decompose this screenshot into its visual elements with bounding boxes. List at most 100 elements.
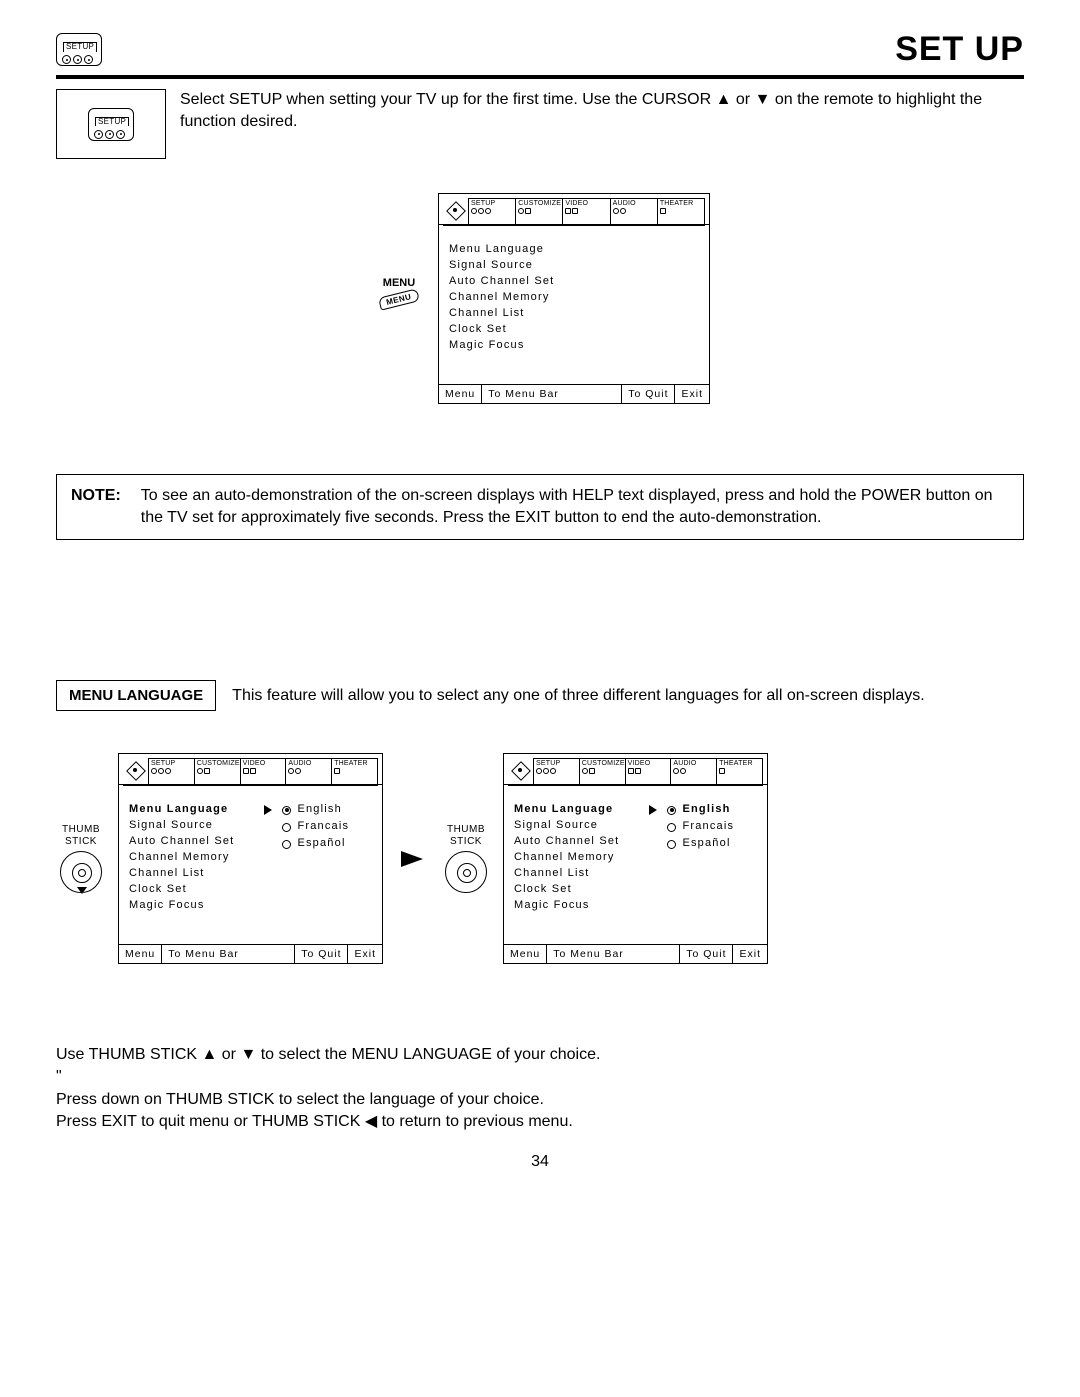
radio-icon (667, 840, 676, 849)
section-description: This feature will allow you to select an… (232, 687, 925, 705)
tab-customize[interactable]: CUSTOMIZE (515, 198, 563, 224)
footer-exit[interactable]: Exit (348, 945, 382, 963)
footer-menu[interactable]: Menu (439, 385, 482, 403)
tab-customize[interactable]: CUSTOMIZE (194, 758, 241, 784)
osd-tabbar: SETUP CUSTOMIZE VIDEO AUDIO THEATER (439, 194, 709, 225)
footer-to-menu-bar[interactable]: To Menu Bar (547, 945, 680, 963)
note-text: To see an auto-demonstration of the on-s… (141, 485, 1009, 530)
osd-right: SETUP CUSTOMIZE VIDEO AUDIO THEATER Menu… (503, 753, 768, 964)
radio-icon (667, 823, 676, 832)
osd-item[interactable]: Magic Focus (129, 898, 234, 914)
tab-audio[interactable]: AUDIO (670, 758, 717, 784)
note-box: NOTE: To see an auto-demonstration of th… (56, 474, 1024, 541)
thumb-stick-label-right: THUMB STICK (441, 824, 491, 893)
menu-side-label: MENU MENU (370, 277, 428, 306)
page-title: SET UP (895, 30, 1024, 69)
lang-option-espanol[interactable]: Español (264, 836, 349, 852)
setup-badge-large-label: SETUP (95, 117, 129, 127)
setup-badge: SETUP (56, 33, 102, 66)
osd-item[interactable]: Auto Channel Set (449, 274, 554, 290)
arrow-right-icon (264, 805, 272, 815)
osd-item-selected[interactable]: Menu Language (129, 802, 234, 818)
radio-icon (282, 840, 291, 849)
thumb-stick-label-left: THUMB STICK (56, 824, 106, 893)
instruction-line: Press down on THUMB STICK to select the … (56, 1089, 1024, 1111)
thumb-stick-icon (60, 851, 102, 893)
lang-option-francais[interactable]: Francais (649, 819, 734, 835)
osd-item[interactable]: Channel Memory (449, 290, 554, 306)
tab-theater[interactable]: THEATER (331, 758, 378, 784)
osd-item[interactable]: Signal Source (129, 818, 234, 834)
footer-to-menu-bar[interactable]: To Menu Bar (162, 945, 295, 963)
osd-left: SETUP CUSTOMIZE VIDEO AUDIO THEATER Menu… (118, 753, 383, 964)
arrow-right-icon (401, 851, 423, 867)
radio-icon (282, 823, 291, 832)
osd-item[interactable]: Channel Memory (129, 850, 234, 866)
tab-video[interactable]: VIDEO (240, 758, 287, 784)
tab-setup[interactable]: SETUP (533, 758, 580, 784)
osd-item[interactable]: Signal Source (449, 258, 554, 274)
lang-option-english[interactable]: English (264, 802, 349, 818)
thumb-stick-icon (445, 851, 487, 893)
tab-video[interactable]: VIDEO (562, 198, 610, 224)
osd-item[interactable]: Clock Set (129, 882, 234, 898)
arrow-right-icon (649, 805, 657, 815)
menu-label-text: MENU (370, 277, 428, 289)
main-osd-area: MENU MENU SETUP CUSTOMIZE VIDEO AUDIO TH… (56, 193, 1024, 404)
tab-theater[interactable]: THEATER (716, 758, 763, 784)
nav-diamond-icon (125, 760, 145, 780)
page-number: 34 (56, 1153, 1024, 1171)
section-heading-row: MENU LANGUAGE This feature will allow yo… (56, 680, 1024, 711)
intro-block: SETUP Select SETUP when setting your TV … (56, 89, 1024, 159)
tab-setup[interactable]: SETUP (468, 198, 516, 224)
note-label: NOTE: (71, 485, 121, 530)
nav-diamond-icon (510, 760, 530, 780)
instruction-line: Use THUMB STICK ▲ or ▼ to select the MEN… (56, 1044, 1024, 1066)
footer-to-quit[interactable]: To Quit (680, 945, 733, 963)
two-screens-row: THUMB STICK SETUP CUSTOMIZE VIDEO AUDIO … (56, 753, 1024, 964)
tab-theater[interactable]: THEATER (657, 198, 705, 224)
osd-item[interactable]: Auto Channel Set (514, 834, 619, 850)
osd-item[interactable]: Channel Memory (514, 850, 619, 866)
footer-exit[interactable]: Exit (733, 945, 767, 963)
footer-menu[interactable]: Menu (119, 945, 162, 963)
osd-footer: Menu To Menu Bar To Quit Exit (439, 384, 709, 403)
osd-body: Menu Language Signal Source Auto Channel… (439, 232, 709, 384)
intro-icon-box: SETUP (56, 89, 166, 159)
osd-item[interactable]: Channel List (129, 866, 234, 882)
tab-setup[interactable]: SETUP (148, 758, 195, 784)
osd-item[interactable]: Clock Set (449, 322, 554, 338)
instructions-block: Use THUMB STICK ▲ or ▼ to select the MEN… (56, 1044, 1024, 1134)
page-header: SETUP SET UP (56, 30, 1024, 71)
osd-main: SETUP CUSTOMIZE VIDEO AUDIO THEATER Menu… (438, 193, 710, 404)
nav-diamond-icon (445, 200, 465, 220)
osd-item[interactable]: Menu Language (449, 242, 554, 258)
osd-item[interactable]: Channel List (449, 306, 554, 322)
tab-customize[interactable]: CUSTOMIZE (579, 758, 626, 784)
lang-option-francais[interactable]: Francais (264, 819, 349, 835)
footer-to-quit[interactable]: To Quit (295, 945, 348, 963)
osd-item[interactable]: Clock Set (514, 882, 619, 898)
footer-to-quit[interactable]: To Quit (622, 385, 675, 403)
footer-exit[interactable]: Exit (675, 385, 709, 403)
osd-item[interactable]: Signal Source (514, 818, 619, 834)
osd-item[interactable]: Magic Focus (514, 898, 619, 914)
section-heading: MENU LANGUAGE (56, 680, 216, 711)
osd-item[interactable]: Magic Focus (449, 338, 554, 354)
radio-selected-icon (667, 806, 676, 815)
footer-menu[interactable]: Menu (504, 945, 547, 963)
lang-option-espanol[interactable]: Español (649, 836, 734, 852)
setup-badge-label: SETUP (63, 42, 97, 52)
osd-item-selected[interactable]: Menu Language (514, 802, 619, 818)
tab-video[interactable]: VIDEO (625, 758, 672, 784)
instruction-line: Press EXIT to quit menu or THUMB STICK ◀… (56, 1111, 1024, 1133)
tab-audio[interactable]: AUDIO (610, 198, 658, 224)
footer-to-menu-bar[interactable]: To Menu Bar (482, 385, 622, 403)
osd-item[interactable]: Auto Channel Set (129, 834, 234, 850)
tab-audio[interactable]: AUDIO (285, 758, 332, 784)
osd-item[interactable]: Channel List (514, 866, 619, 882)
menu-bubble: MENU (378, 288, 420, 310)
setup-badge-large: SETUP (88, 108, 134, 141)
radio-selected-icon (282, 806, 291, 815)
lang-option-english[interactable]: English (649, 802, 734, 818)
